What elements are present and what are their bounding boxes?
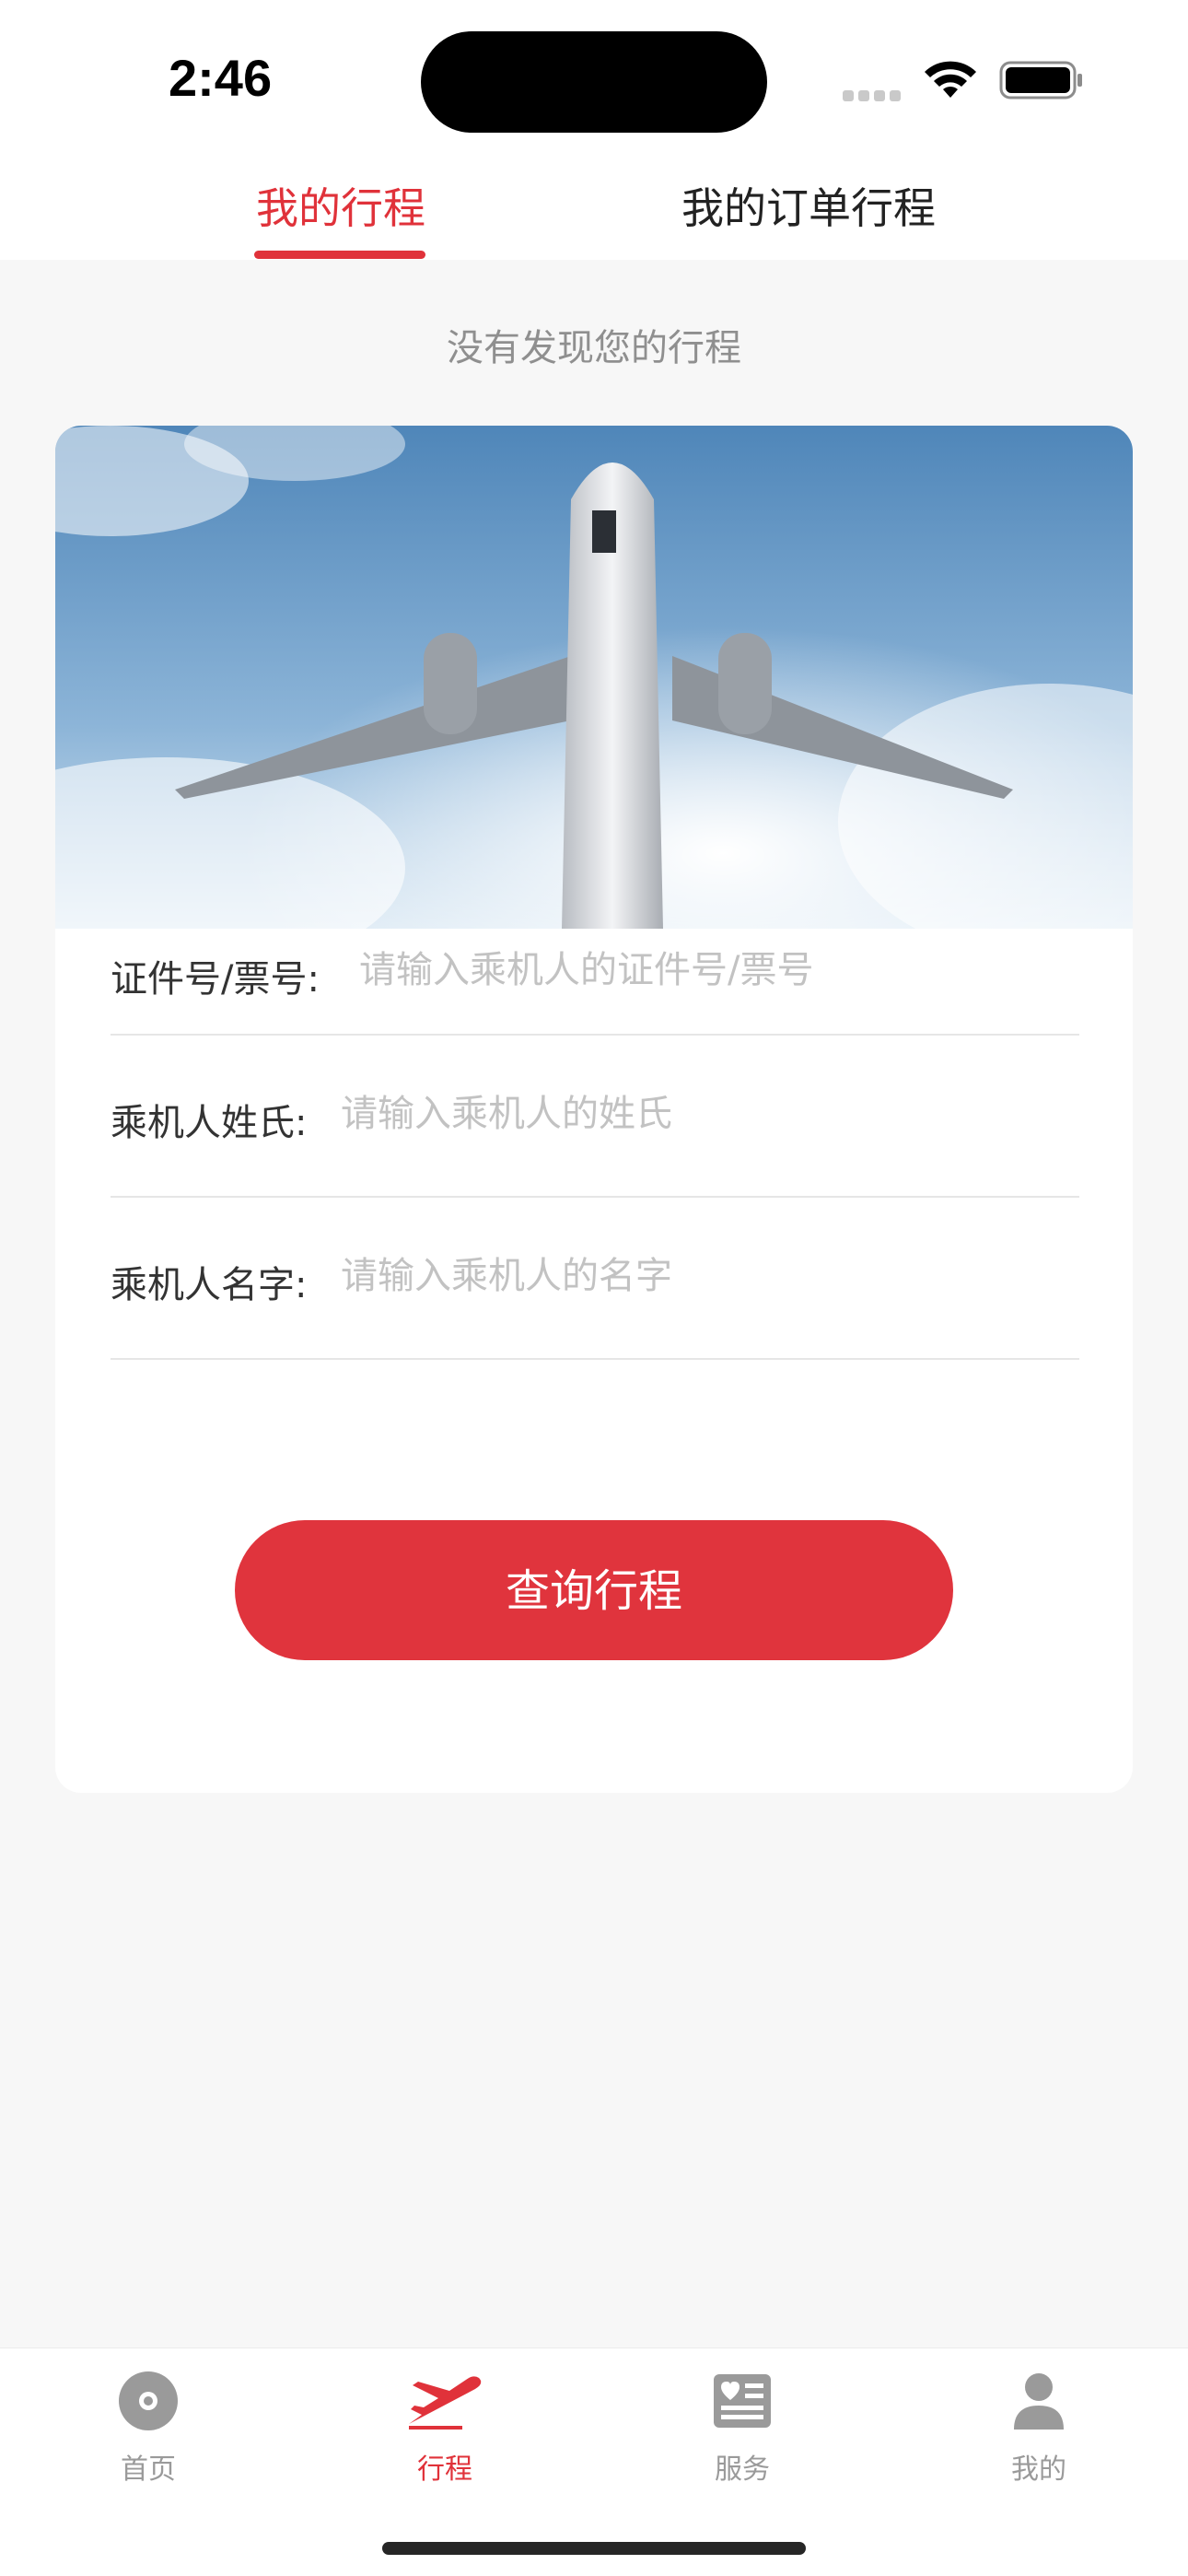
trip-query-card: 证件号/票号: 乘机人姓氏: 乘机人名字: 查询行程: [55, 426, 1133, 1793]
nav-label-trips: 行程: [417, 2453, 472, 2486]
airplane-icon: [409, 2376, 482, 2430]
query-trip-button[interactable]: 查询行程: [235, 1520, 953, 1660]
dynamic-island: [421, 31, 767, 133]
given-name-row: 乘机人名字:: [111, 1198, 1079, 1360]
status-bar: 2:46: [0, 0, 1188, 147]
cellular-signal-icon: [843, 88, 905, 101]
nav-item-home[interactable]: 首页: [56, 2369, 240, 2487]
nav-label-services: 服务: [715, 2453, 770, 2486]
empty-trips-hint: 没有发现您的行程: [447, 327, 741, 369]
status-time: 2:46: [169, 49, 273, 107]
home-indicator[interactable]: [382, 2542, 806, 2555]
tab-order-trips[interactable]: 我的订单行程: [681, 175, 936, 236]
given-name-label: 乘机人名字:: [111, 1264, 308, 1306]
surname-label: 乘机人姓氏:: [111, 1102, 308, 1144]
person-icon: [1014, 2373, 1064, 2430]
id-number-row: 证件号/票号:: [111, 929, 1079, 1036]
battery-icon: [999, 61, 1082, 100]
given-name-input[interactable]: [341, 1244, 985, 1308]
home-disc-icon: [119, 2371, 178, 2430]
wifi-icon: [925, 61, 976, 98]
nav-item-trips[interactable]: 行程: [353, 2369, 537, 2487]
airplane-banner-image: [55, 426, 1133, 929]
news-icon: [714, 2374, 771, 2428]
nav-item-mine[interactable]: 我的: [947, 2369, 1131, 2487]
tab-my-trips[interactable]: 我的行程: [256, 175, 425, 236]
top-tab-bar: 我的行程 我的订单行程: [0, 147, 1188, 260]
nav-label-home: 首页: [121, 2453, 176, 2486]
nav-item-services[interactable]: 服务: [650, 2369, 834, 2487]
nav-label-mine: 我的: [1011, 2453, 1066, 2486]
surname-input[interactable]: [341, 1082, 985, 1146]
active-tab-indicator: [254, 251, 425, 259]
screen: 2:46 我的行程 我的订单行程 没有发现您的行程 证件号/票号: 请输入乘机人…: [0, 0, 1188, 2576]
id-number-label: 证件号/票号:: [111, 958, 320, 1001]
surname-row: 乘机人姓氏:: [111, 1036, 1079, 1198]
id-number-input[interactable]: [359, 938, 1004, 1002]
